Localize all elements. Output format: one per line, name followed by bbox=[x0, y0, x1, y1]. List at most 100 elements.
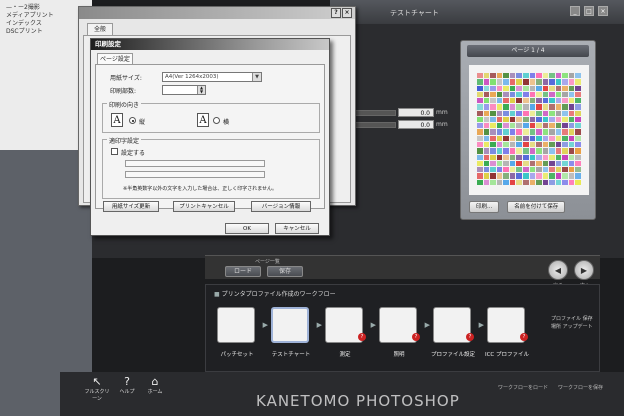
menu-item[interactable]: —・ー2撮影 bbox=[6, 4, 86, 12]
color-patch bbox=[490, 129, 496, 135]
footer-text-field-2[interactable] bbox=[125, 171, 265, 178]
ok-button[interactable]: OK bbox=[225, 223, 269, 234]
color-patch bbox=[562, 110, 568, 116]
maximize-button[interactable]: □ bbox=[584, 6, 594, 16]
workflow-step-icc-profile[interactable]: ? ICC プロファイル bbox=[482, 303, 532, 365]
home-button[interactable]: ⌂ ホーム bbox=[140, 376, 170, 396]
color-patch bbox=[529, 85, 536, 91]
color-patch bbox=[562, 123, 568, 129]
color-patch bbox=[536, 98, 542, 104]
color-patch bbox=[496, 142, 503, 148]
copies-stepper[interactable]: ▲ ▼ bbox=[162, 85, 206, 95]
help-button[interactable]: ? ヘルプ bbox=[112, 376, 142, 396]
portrait-radio[interactable] bbox=[129, 117, 136, 124]
color-patch bbox=[568, 110, 575, 116]
color-patch bbox=[516, 129, 522, 135]
color-patch bbox=[516, 116, 522, 123]
back-arrow-icon[interactable]: ◀ bbox=[548, 260, 568, 280]
menu-item[interactable]: メディアプリント bbox=[6, 12, 86, 20]
color-patch bbox=[522, 173, 529, 179]
color-patch bbox=[549, 135, 555, 142]
footer-text-field-1[interactable] bbox=[125, 160, 265, 167]
color-patch bbox=[575, 91, 581, 98]
color-patch bbox=[496, 135, 503, 142]
height-field[interactable]: 0.0 bbox=[398, 120, 434, 129]
color-patch bbox=[477, 91, 483, 98]
landscape-icon: A bbox=[197, 113, 209, 127]
print-button[interactable]: 印刷... bbox=[469, 201, 500, 213]
color-patch bbox=[529, 91, 536, 98]
help-button[interactable]: ? bbox=[331, 8, 341, 18]
color-patch bbox=[549, 104, 555, 110]
color-patch bbox=[555, 98, 562, 104]
color-patch bbox=[542, 123, 549, 129]
minimize-button[interactable]: _ bbox=[570, 6, 580, 16]
color-patch bbox=[529, 73, 536, 79]
save-workflow-button[interactable]: ワークフローを保存 bbox=[558, 384, 603, 391]
color-patch bbox=[575, 123, 581, 129]
color-patch bbox=[509, 173, 516, 179]
color-patch bbox=[568, 91, 575, 98]
workflow-step-measure[interactable]: ? ▶ 測定 bbox=[320, 303, 376, 365]
workflow-panel: プリンタプロファイル作成のワークフロー ▶ パッチセット ▶ テストチャート ?… bbox=[205, 284, 600, 372]
color-patch bbox=[529, 179, 536, 185]
color-patch bbox=[549, 85, 555, 91]
spin-arrows-icon[interactable]: ▲ ▼ bbox=[197, 86, 205, 94]
workflow-step-test-chart[interactable]: ▶ テストチャート bbox=[266, 303, 322, 365]
chevron-down-icon[interactable]: ▼ bbox=[252, 73, 261, 81]
color-patch bbox=[477, 129, 483, 135]
save-as-button[interactable]: 名前を付けて保存 bbox=[507, 201, 566, 213]
width-field[interactable]: 0.0 bbox=[398, 108, 434, 117]
color-patch bbox=[575, 104, 581, 110]
menu-item[interactable]: インデックス bbox=[6, 20, 86, 28]
color-patch bbox=[496, 154, 503, 160]
workflow-step-lighting[interactable]: ? ▶ 照明 bbox=[374, 303, 430, 365]
color-patch bbox=[503, 104, 509, 110]
load-button[interactable]: ロード bbox=[225, 266, 261, 277]
color-patch bbox=[509, 73, 516, 79]
close-button[interactable]: × bbox=[598, 6, 608, 16]
next-arrow-icon[interactable]: ▶ bbox=[574, 260, 594, 280]
color-patch bbox=[529, 79, 536, 85]
close-button[interactable]: × bbox=[342, 8, 352, 18]
color-patch bbox=[516, 179, 522, 185]
color-patch bbox=[529, 148, 536, 154]
save-button[interactable]: 保存 bbox=[267, 266, 303, 277]
color-patch bbox=[483, 116, 490, 123]
cancel-print-button[interactable]: プリントキャンセル bbox=[173, 201, 235, 212]
help-badge-icon: ? bbox=[466, 333, 474, 341]
color-patch bbox=[555, 135, 562, 142]
color-patch bbox=[509, 160, 516, 167]
color-patch bbox=[549, 123, 555, 129]
color-patch bbox=[509, 154, 516, 160]
workflow-side-text: プロファイル 保存場所 アップデート bbox=[551, 316, 593, 330]
update-paper-size-button[interactable]: 用紙サイズ更新 bbox=[103, 201, 159, 212]
color-patch bbox=[568, 123, 575, 129]
color-patch bbox=[522, 179, 529, 185]
color-patch bbox=[503, 154, 509, 160]
color-patch bbox=[575, 116, 581, 123]
color-patch bbox=[555, 79, 562, 85]
paper-size-select[interactable]: A4(Ver 1264x2003) ▼ bbox=[162, 72, 262, 82]
color-patch bbox=[503, 110, 509, 116]
color-patch bbox=[536, 91, 542, 98]
version-info-button[interactable]: バージョン情報 bbox=[251, 201, 311, 212]
workflow-step-patch-set[interactable]: ▶ パッチセット bbox=[212, 303, 268, 365]
color-patch bbox=[509, 142, 516, 148]
footer-checkbox[interactable] bbox=[111, 148, 118, 155]
workflow-step-profile-settings[interactable]: ? ▶ プロファイル設定 bbox=[428, 303, 484, 365]
load-workflow-button[interactable]: ワークフローをロード bbox=[498, 384, 548, 391]
color-patch-grid bbox=[477, 73, 581, 185]
tab-general[interactable]: 全般 bbox=[87, 23, 113, 35]
tab-page-setup[interactable]: ページ設定 bbox=[97, 53, 133, 64]
back-dialog-title-bar: ? × bbox=[79, 7, 355, 19]
color-patch bbox=[562, 167, 568, 173]
fullscreen-button[interactable]: ↖ フルスクリーン bbox=[82, 376, 112, 403]
color-patch bbox=[536, 160, 542, 167]
cancel-button[interactable]: キャンセル bbox=[275, 223, 319, 234]
color-patch bbox=[536, 79, 542, 85]
landscape-radio[interactable] bbox=[213, 117, 220, 124]
menu-item[interactable]: DSCプリント bbox=[6, 28, 86, 36]
watermark: KANETOMO PHOTOSHOP bbox=[256, 392, 460, 410]
color-patch bbox=[477, 148, 483, 154]
